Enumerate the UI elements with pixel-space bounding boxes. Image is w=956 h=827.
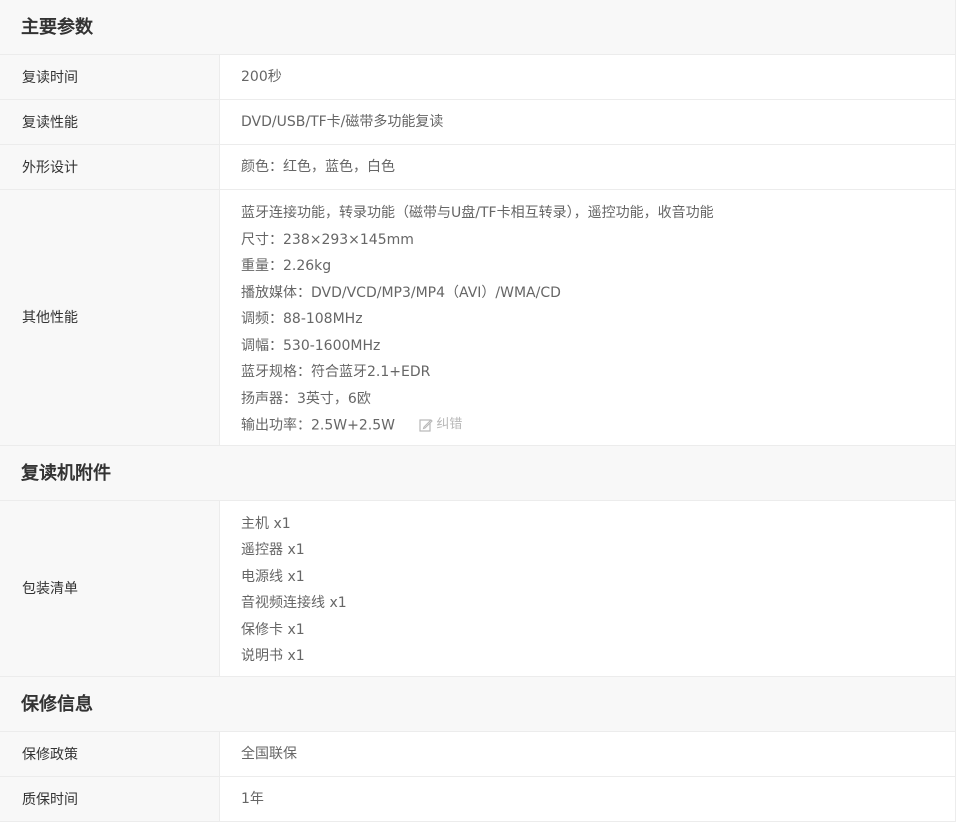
spec-value: 颜色：红色，蓝色，白色 [241,159,395,175]
spec-row-other-performance: 其他性能 蓝牙连接功能，转录功能（磁带与U盘/TF卡相互转录），遥控功能，收音功… [0,190,955,446]
spec-value-text: 输出功率：2.5W+2.5W [241,417,395,434]
spec-value-list: 蓝牙连接功能，转录功能（磁带与U盘/TF卡相互转录），遥控功能，收音功能 尺寸：… [220,190,955,445]
correct-error-label: 纠错 [436,417,463,432]
spec-label: 质保时间 [0,776,220,821]
spec-value: 1年 [241,790,264,807]
edit-icon [419,419,434,432]
spec-value-line: 保修卡 x1 [241,621,305,638]
spec-value-line: 扬声器：3英寸，6欧 [241,390,371,407]
spec-value: DVD/USB/TF卡/磁带多功能复读 [241,114,444,130]
spec-label: 复读性能 [0,100,220,144]
spec-value-line: 播放媒体：DVD/VCD/MP3/MP4（AVI）/WMA/CD [241,284,561,301]
spec-row-package-list: 包装清单 主机 x1 遥控器 x1 电源线 x1 音视频连接线 x1 保修卡 x… [0,500,955,677]
spec-row-repeat-time: 复读时间 200秒 [0,55,955,100]
section-title-warranty: 保修信息 [0,676,955,732]
correct-error-link[interactable]: 纠错 [419,412,462,439]
spec-value-line: 音视频连接线 x1 [241,595,347,611]
spec-value-line: 主机 x1 [241,515,291,532]
spec-value-line: 蓝牙连接功能，转录功能（磁带与U盘/TF卡相互转录），遥控功能，收音功能 [241,205,714,221]
spec-value-line: 遥控器 x1 [241,542,305,558]
section-title-accessories: 复读机附件 [0,445,955,501]
spec-value: 200秒 [241,69,282,85]
spec-value-line: 尺寸：238×293×145mm [241,231,414,248]
spec-value: 全国联保 [241,745,297,762]
spec-table: 主要参数 复读时间 200秒 复读性能 DVD/USB/TF卡/磁带多功能复读 … [0,0,956,822]
spec-label: 复读时间 [0,55,220,99]
spec-value-line: 调幅：530-1600MHz [241,337,381,354]
section-title-main-params: 主要参数 [0,0,955,55]
spec-value-line: 电源线 x1 [241,568,305,585]
spec-row-warranty-period: 质保时间 1年 [0,776,955,822]
spec-value-line: 说明书 x1 [241,648,305,664]
spec-row-appearance: 外形设计 颜色：红色，蓝色，白色 [0,145,955,190]
spec-value-line: 蓝牙规格：符合蓝牙2.1+EDR [241,364,431,380]
spec-row-repeat-performance: 复读性能 DVD/USB/TF卡/磁带多功能复读 [0,100,955,145]
spec-value-line: 重量：2.26kg [241,258,332,274]
spec-value-line: 调频：88-108MHz [241,311,363,327]
spec-value-line-last: 输出功率：2.5W+2.5W 纠错 [241,412,955,439]
spec-label: 保修政策 [0,731,220,776]
spec-value-list: 主机 x1 遥控器 x1 电源线 x1 音视频连接线 x1 保修卡 x1 说明书… [220,501,955,676]
spec-label: 其他性能 [0,190,220,445]
spec-label: 包装清单 [0,500,220,676]
spec-row-warranty-policy: 保修政策 全国联保 [0,731,955,777]
spec-label: 外形设计 [0,145,220,189]
